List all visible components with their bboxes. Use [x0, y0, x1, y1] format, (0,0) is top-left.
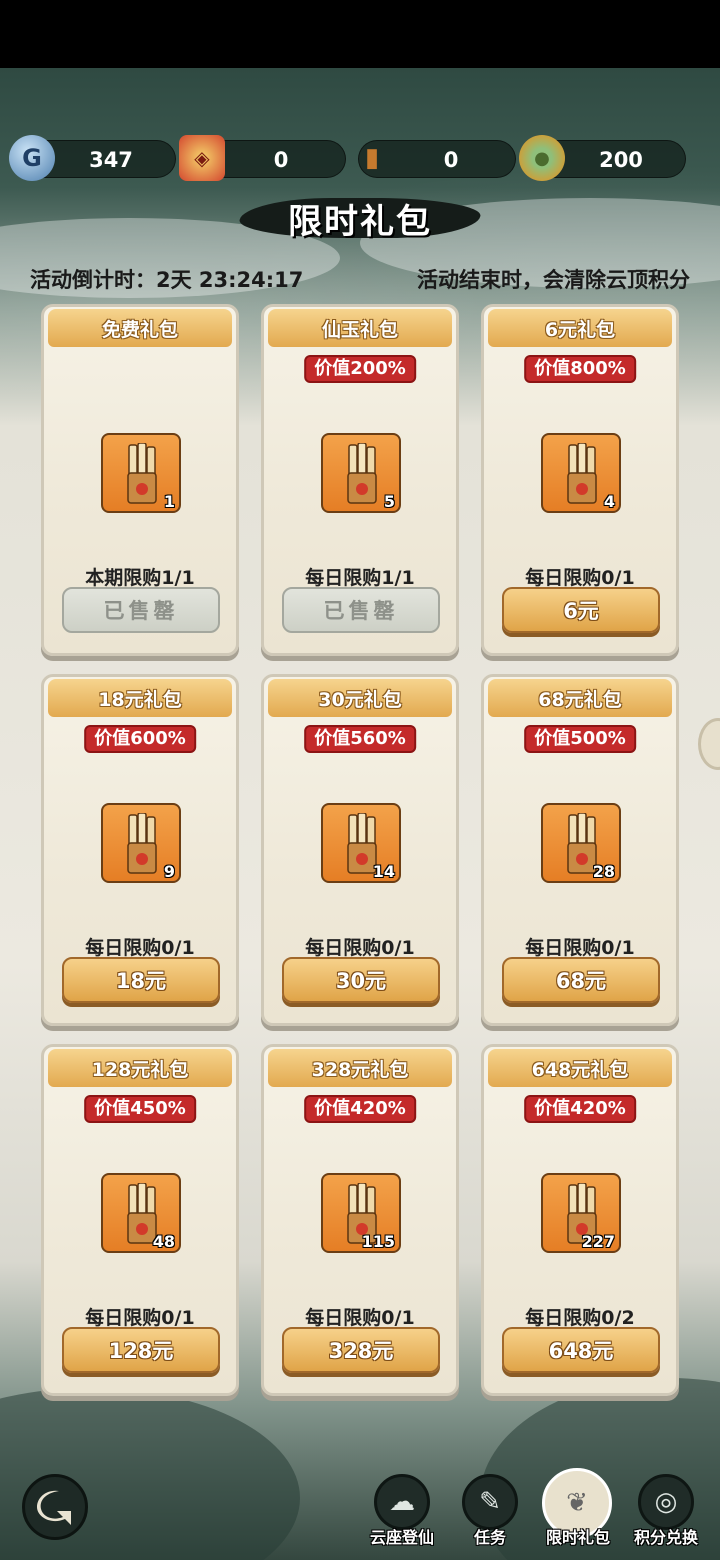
buy-button[interactable]: 648元	[502, 1327, 660, 1373]
pack-card: 128元礼包价值450% 48 每日限购0/1 128元	[41, 1044, 239, 1396]
item-count: 9	[163, 862, 175, 881]
purchase-limit: 本期限购1/1	[85, 567, 195, 589]
buy-button[interactable]: 328元	[282, 1327, 440, 1373]
value-badge: 价值500%	[524, 725, 636, 753]
value-badge: 价值450%	[84, 1095, 196, 1123]
scroll-bundle-item[interactable]: 1	[101, 433, 181, 513]
item-count: 14	[372, 862, 395, 881]
currency-spirit-coin[interactable]: G 347	[9, 135, 176, 181]
purchase-limit: 每日限购0/1	[85, 1307, 195, 1329]
scroll-bundle-item[interactable]: 14	[321, 803, 401, 883]
item-count: 227	[581, 1232, 615, 1251]
pack-card: 30元礼包价值560% 14 每日限购0/1 30元	[261, 674, 459, 1026]
purchase-limit: 每日限购0/1	[305, 1307, 415, 1329]
purchase-limit: 每日限购1/1	[305, 567, 415, 589]
pack-title: 328元礼包	[268, 1049, 452, 1087]
scroll-bundle-icon: ▮	[364, 143, 380, 173]
nav-tasks[interactable]: ✎ 任务	[450, 1470, 530, 1550]
pack-card: 328元礼包价值420% 115 每日限购0/1 328元	[261, 1044, 459, 1396]
pack-title: 128元礼包	[48, 1049, 232, 1087]
sold-out-button: 已售罄	[282, 587, 440, 633]
pack-title: 68元礼包	[488, 679, 672, 717]
value-badge: 价值600%	[84, 725, 196, 753]
pack-title: 6元礼包	[488, 309, 672, 347]
event-countdown: 活动倒计时：2天 23:24:17	[30, 268, 304, 292]
sold-out-button: 已售罄	[62, 587, 220, 633]
cloud-icon: ☁	[374, 1474, 430, 1530]
currency-value: 0	[273, 148, 289, 172]
scroll-bundle-item[interactable]: 9	[101, 803, 181, 883]
currency-value: 0	[443, 148, 459, 172]
item-count: 4	[603, 492, 615, 511]
pack-title: 仙玉礼包	[268, 309, 452, 347]
purchase-limit: 每日限购0/1	[305, 937, 415, 959]
pack-card: 648元礼包价值420% 227 每日限购0/2 648元	[481, 1044, 679, 1396]
purchase-limit: 每日限购0/1	[525, 937, 635, 959]
nav-label: 云座登仙	[369, 1528, 434, 1547]
pack-card: 免费礼包 1 本期限购1/1 已售罄	[41, 304, 239, 656]
scroll-bundle-item[interactable]: 5	[321, 433, 401, 513]
scroll-bundle-icon	[127, 813, 157, 874]
item-count: 48	[152, 1232, 175, 1251]
back-arrow-icon	[37, 1490, 71, 1525]
purchase-limit: 每日限购0/1	[525, 567, 635, 589]
nav-label: 任务	[473, 1528, 506, 1547]
red-talisman-icon: ◈	[179, 135, 225, 181]
value-badge: 价值200%	[304, 355, 416, 383]
buy-button[interactable]: 6元	[502, 587, 660, 633]
value-badge: 价值560%	[304, 725, 416, 753]
currency-jade-coin[interactable]: ● 200	[519, 135, 686, 181]
buy-button[interactable]: 68元	[502, 957, 660, 1003]
page-title-text: 限时礼包	[288, 201, 432, 242]
scroll-bundle-item[interactable]: 227	[541, 1173, 621, 1253]
pack-title: 30元礼包	[268, 679, 452, 717]
currency-value: 347	[89, 148, 133, 172]
jade-coin-icon: ●	[519, 135, 565, 181]
scroll-icon: ✎	[462, 1474, 518, 1530]
event-end-note: 活动结束时，会清除云顶积分	[417, 268, 690, 292]
page-title: 限时礼包	[235, 190, 485, 246]
nav-points-exchange[interactable]: ◎ 积分兑换	[626, 1470, 706, 1550]
nav-label: 积分兑换	[633, 1528, 698, 1547]
back-button[interactable]	[22, 1474, 88, 1540]
spirit-coin-icon: G	[9, 135, 55, 181]
pack-title: 18元礼包	[48, 679, 232, 717]
buy-button[interactable]: 30元	[282, 957, 440, 1003]
exchange-icon: ◎	[638, 1474, 694, 1530]
item-count: 5	[383, 492, 395, 511]
buy-button[interactable]: 128元	[62, 1327, 220, 1373]
pack-title: 免费礼包	[48, 309, 232, 347]
nav-limited-packs[interactable]: ❦ 限时礼包	[538, 1468, 618, 1550]
value-badge: 价值420%	[524, 1095, 636, 1123]
item-count: 1	[163, 492, 175, 511]
item-count: 115	[361, 1232, 395, 1251]
currency-red-talisman[interactable]: ◈ 0	[179, 135, 346, 181]
scroll-bundle-item[interactable]: 4	[541, 433, 621, 513]
scroll-bundle-item[interactable]: 115	[321, 1173, 401, 1253]
pack-card: 68元礼包价值500% 28 每日限购0/1 68元	[481, 674, 679, 1026]
pack-card: 18元礼包价值600% 9 每日限购0/1 18元	[41, 674, 239, 1026]
purchase-limit: 每日限购0/2	[525, 1307, 635, 1329]
value-badge: 价值800%	[524, 355, 636, 383]
nav-cloud-ascend[interactable]: ☁ 云座登仙	[362, 1470, 442, 1550]
status-bar	[0, 0, 720, 68]
currency-scroll-bundle[interactable]: ▮ 0	[358, 140, 516, 178]
currency-value: 200	[599, 148, 643, 172]
pack-title: 648元礼包	[488, 1049, 672, 1087]
scroll-bundle-item[interactable]: 48	[101, 1173, 181, 1253]
scroll-bundle-icon	[567, 443, 597, 504]
nav-label: 限时礼包	[545, 1528, 610, 1547]
value-badge: 价值420%	[304, 1095, 416, 1123]
pack-card: 仙玉礼包价值200% 5 每日限购1/1 已售罄	[261, 304, 459, 656]
buy-button[interactable]: 18元	[62, 957, 220, 1003]
item-count: 28	[592, 862, 615, 881]
scroll-bundle-icon	[127, 443, 157, 504]
scroll-bundle-icon	[347, 443, 377, 504]
scroll-bundle-item[interactable]: 28	[541, 803, 621, 883]
pack-card: 6元礼包价值800% 4 每日限购0/1 6元	[481, 304, 679, 656]
purchase-limit: 每日限购0/1	[85, 937, 195, 959]
